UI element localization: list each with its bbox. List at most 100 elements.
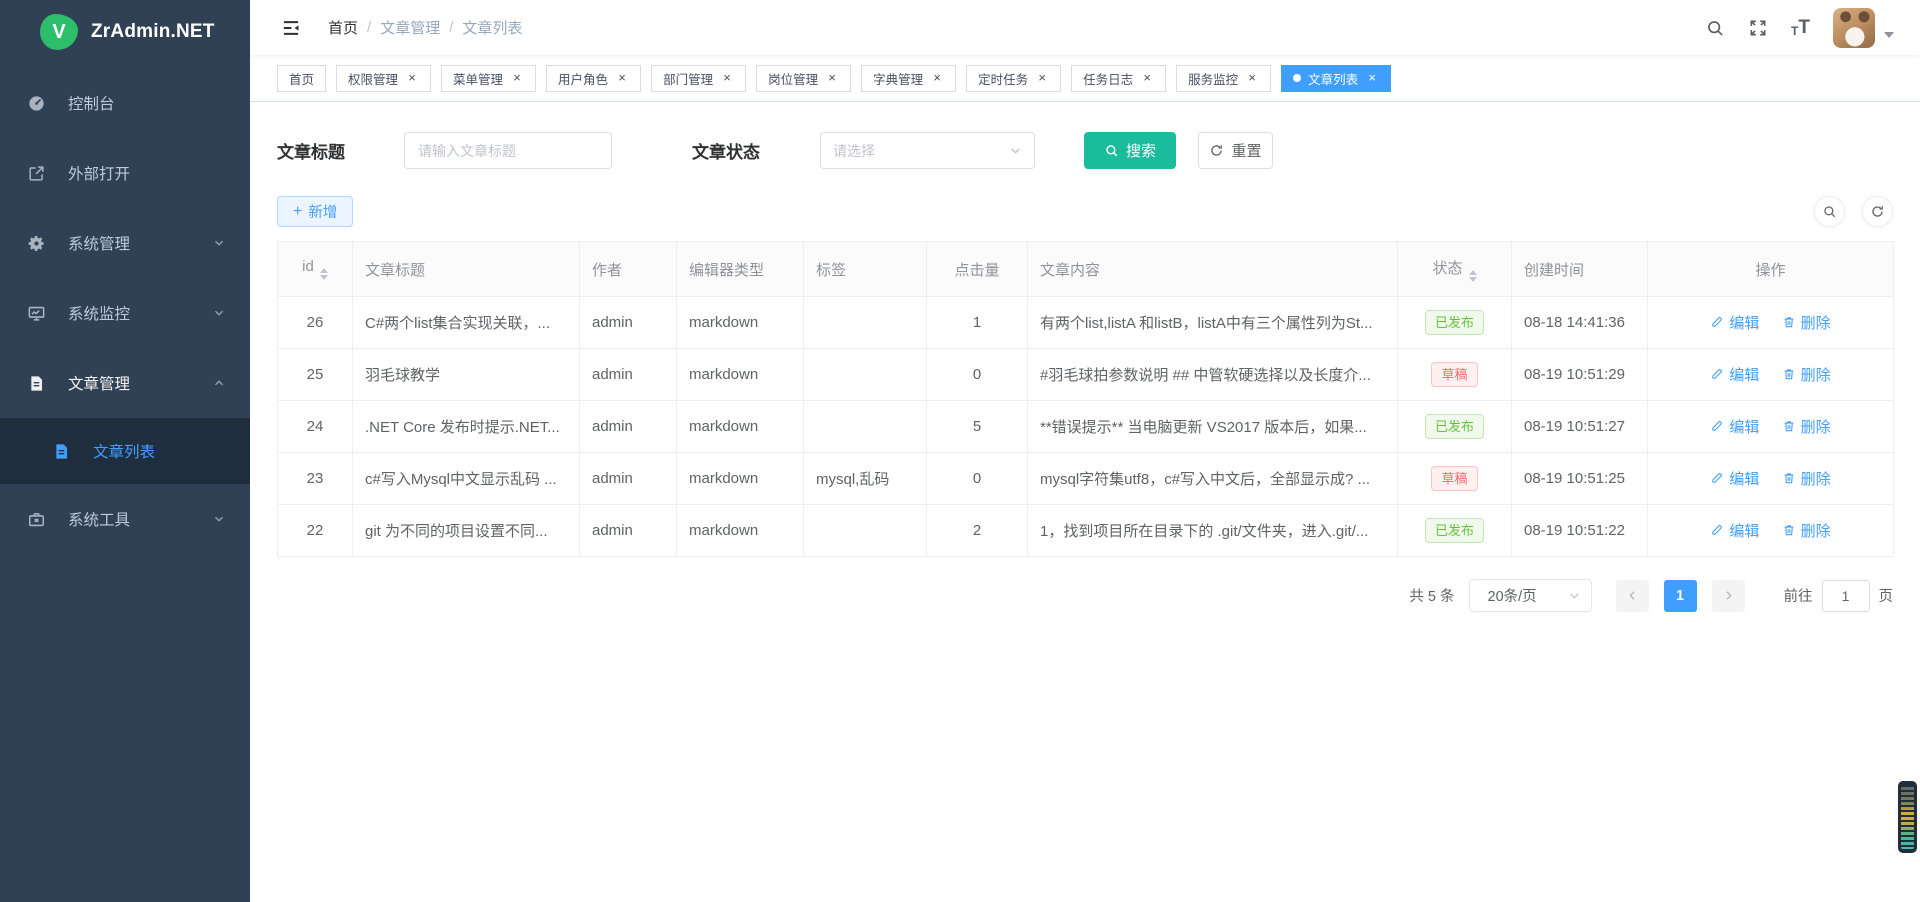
cell-id: 22 xyxy=(278,505,353,557)
sidebar-item-dashboard[interactable]: 控制台 xyxy=(0,68,250,138)
cell-id: 25 xyxy=(278,349,353,401)
sort-caret-icon[interactable] xyxy=(320,268,328,280)
tags-view-bar: 首页 权限管理× 菜单管理× 用户角色× 部门管理× 岗位管理× 字典管理× 定… xyxy=(250,55,1920,102)
cell-content: mysql字符集utf8，c#写入中文后，全部显示成? ... xyxy=(1028,453,1398,505)
pagination: 共 5 条 20条/页 1 前 xyxy=(277,579,1893,612)
close-icon[interactable]: × xyxy=(1140,71,1154,85)
edit-button[interactable]: 编辑 xyxy=(1710,416,1759,437)
delete-button[interactable]: 删除 xyxy=(1782,416,1831,437)
edit-button[interactable]: 编辑 xyxy=(1710,364,1759,385)
cell-editor: markdown xyxy=(677,297,804,349)
breadcrumb-article-list: 文章列表 xyxy=(462,17,522,38)
reset-button[interactable]: 重置 xyxy=(1198,132,1273,169)
sidebar-item-system-monitor[interactable]: 系统监控 xyxy=(0,278,250,348)
sidebar-item-label: 外部打开 xyxy=(68,162,130,184)
column-header-id[interactable]: id xyxy=(278,242,353,297)
topbar-actions: TT xyxy=(1705,8,1894,48)
tab-home[interactable]: 首页 xyxy=(277,65,326,92)
column-header-tags: 标签 xyxy=(804,242,927,297)
sidebar-item-label: 系统工具 xyxy=(68,508,130,530)
tab-scheduled-task[interactable]: 定时任务 × xyxy=(966,65,1061,92)
refresh-icon xyxy=(1870,204,1885,219)
cell-created: 08-19 10:51:22 xyxy=(1512,505,1648,557)
tab-department[interactable]: 部门管理× xyxy=(651,65,746,92)
tab-menu-management[interactable]: 菜单管理× xyxy=(441,65,536,92)
tab-user-role[interactable]: 用户角色× xyxy=(546,65,641,92)
sidebar-fold-icon[interactable] xyxy=(280,18,302,38)
scroll-indicator[interactable] xyxy=(1898,781,1917,853)
goto-page-input[interactable] xyxy=(1822,580,1870,612)
dashboard-icon xyxy=(27,94,46,113)
font-size-icon[interactable]: TT xyxy=(1791,18,1810,37)
delete-button[interactable]: 删除 xyxy=(1782,520,1831,541)
next-page-button[interactable] xyxy=(1712,580,1745,612)
search-button-label: 搜索 xyxy=(1126,140,1156,161)
close-icon[interactable]: × xyxy=(510,71,524,85)
tab-label: 文章列表 xyxy=(1308,69,1358,88)
column-header-status[interactable]: 状态 xyxy=(1398,242,1512,297)
cell-clicks: 2 xyxy=(927,505,1028,557)
refresh-table-button[interactable] xyxy=(1862,196,1893,227)
cell-author: admin xyxy=(580,505,677,557)
page-size-select[interactable]: 20条/页 xyxy=(1469,579,1592,612)
add-button[interactable]: + 新增 xyxy=(277,196,353,227)
breadcrumb-home[interactable]: 首页 xyxy=(328,17,358,38)
search-icon[interactable] xyxy=(1705,18,1725,38)
sidebar-item-article-list[interactable]: 文章列表 xyxy=(0,418,250,484)
sort-caret-icon[interactable] xyxy=(1469,270,1477,282)
cell-author: admin xyxy=(580,349,677,401)
app-logo[interactable]: V ZrAdmin.NET xyxy=(0,0,250,64)
user-menu[interactable] xyxy=(1833,8,1894,48)
sidebar-item-external-open[interactable]: 外部打开 xyxy=(0,138,250,208)
edit-button[interactable]: 编辑 xyxy=(1710,520,1759,541)
search-button[interactable]: 搜索 xyxy=(1084,132,1176,169)
sidebar-item-article-management[interactable]: 文章管理 xyxy=(0,348,250,418)
column-header-author: 作者 xyxy=(580,242,677,297)
close-icon[interactable]: × xyxy=(720,71,734,85)
article-status-select[interactable]: 请选择 xyxy=(820,132,1035,169)
cell-author: admin xyxy=(580,453,677,505)
tab-permission[interactable]: 权限管理× xyxy=(336,65,431,92)
close-icon[interactable]: × xyxy=(1035,71,1049,85)
prev-page-button[interactable] xyxy=(1616,580,1649,612)
table-row: 26 C#两个list集合实现关联，... admin markdown 1 有… xyxy=(278,297,1894,349)
tab-article-list[interactable]: 文章列表 × xyxy=(1281,65,1391,92)
delete-button[interactable]: 删除 xyxy=(1782,364,1831,385)
trash-icon xyxy=(1782,523,1796,537)
user-avatar[interactable] xyxy=(1833,8,1875,48)
show-search-button[interactable] xyxy=(1814,196,1845,227)
trash-icon xyxy=(1782,419,1796,433)
close-icon[interactable]: × xyxy=(1245,71,1259,85)
tab-label: 定时任务 xyxy=(978,69,1028,88)
cell-tags xyxy=(804,505,927,557)
edit-button[interactable]: 编辑 xyxy=(1710,312,1759,333)
table-header-row: id 文章标题 作者 编辑器类型 标签 点击量 文章内容 状态 创建时间 操作 xyxy=(278,242,1894,297)
status-badge: 草稿 xyxy=(1431,466,1477,491)
delete-button[interactable]: 删除 xyxy=(1782,468,1831,489)
close-icon[interactable]: × xyxy=(825,71,839,85)
fullscreen-icon[interactable] xyxy=(1748,18,1768,38)
edit-button[interactable]: 编辑 xyxy=(1710,468,1759,489)
tab-service-monitor[interactable]: 服务监控× xyxy=(1176,65,1271,92)
trash-icon xyxy=(1782,367,1796,381)
close-icon[interactable]: × xyxy=(405,71,419,85)
breadcrumb-separator: / xyxy=(449,19,453,36)
sidebar-item-label: 控制台 xyxy=(68,92,115,114)
cell-content: 有两个list,listA 和listB，listA中有三个属性列为St... xyxy=(1028,297,1398,349)
article-title-input[interactable] xyxy=(404,132,612,169)
tab-task-log[interactable]: 任务日志× xyxy=(1071,65,1166,92)
breadcrumb-article-management[interactable]: 文章管理 xyxy=(380,17,440,38)
close-icon[interactable]: × xyxy=(930,71,944,85)
close-icon[interactable]: × xyxy=(615,71,629,85)
column-header-editor: 编辑器类型 xyxy=(677,242,804,297)
page-number-1[interactable]: 1 xyxy=(1664,580,1697,612)
tab-dictionary[interactable]: 字典管理× xyxy=(861,65,956,92)
delete-button[interactable]: 删除 xyxy=(1782,312,1831,333)
sidebar-item-system-management[interactable]: 系统管理 xyxy=(0,208,250,278)
tab-position[interactable]: 岗位管理× xyxy=(756,65,851,92)
reset-button-label: 重置 xyxy=(1231,140,1261,161)
sidebar-item-system-tools[interactable]: 系统工具 xyxy=(0,484,250,554)
cell-created: 08-18 14:41:36 xyxy=(1512,297,1648,349)
close-icon[interactable]: × xyxy=(1365,71,1379,85)
total-count: 共 5 条 xyxy=(1409,585,1454,606)
